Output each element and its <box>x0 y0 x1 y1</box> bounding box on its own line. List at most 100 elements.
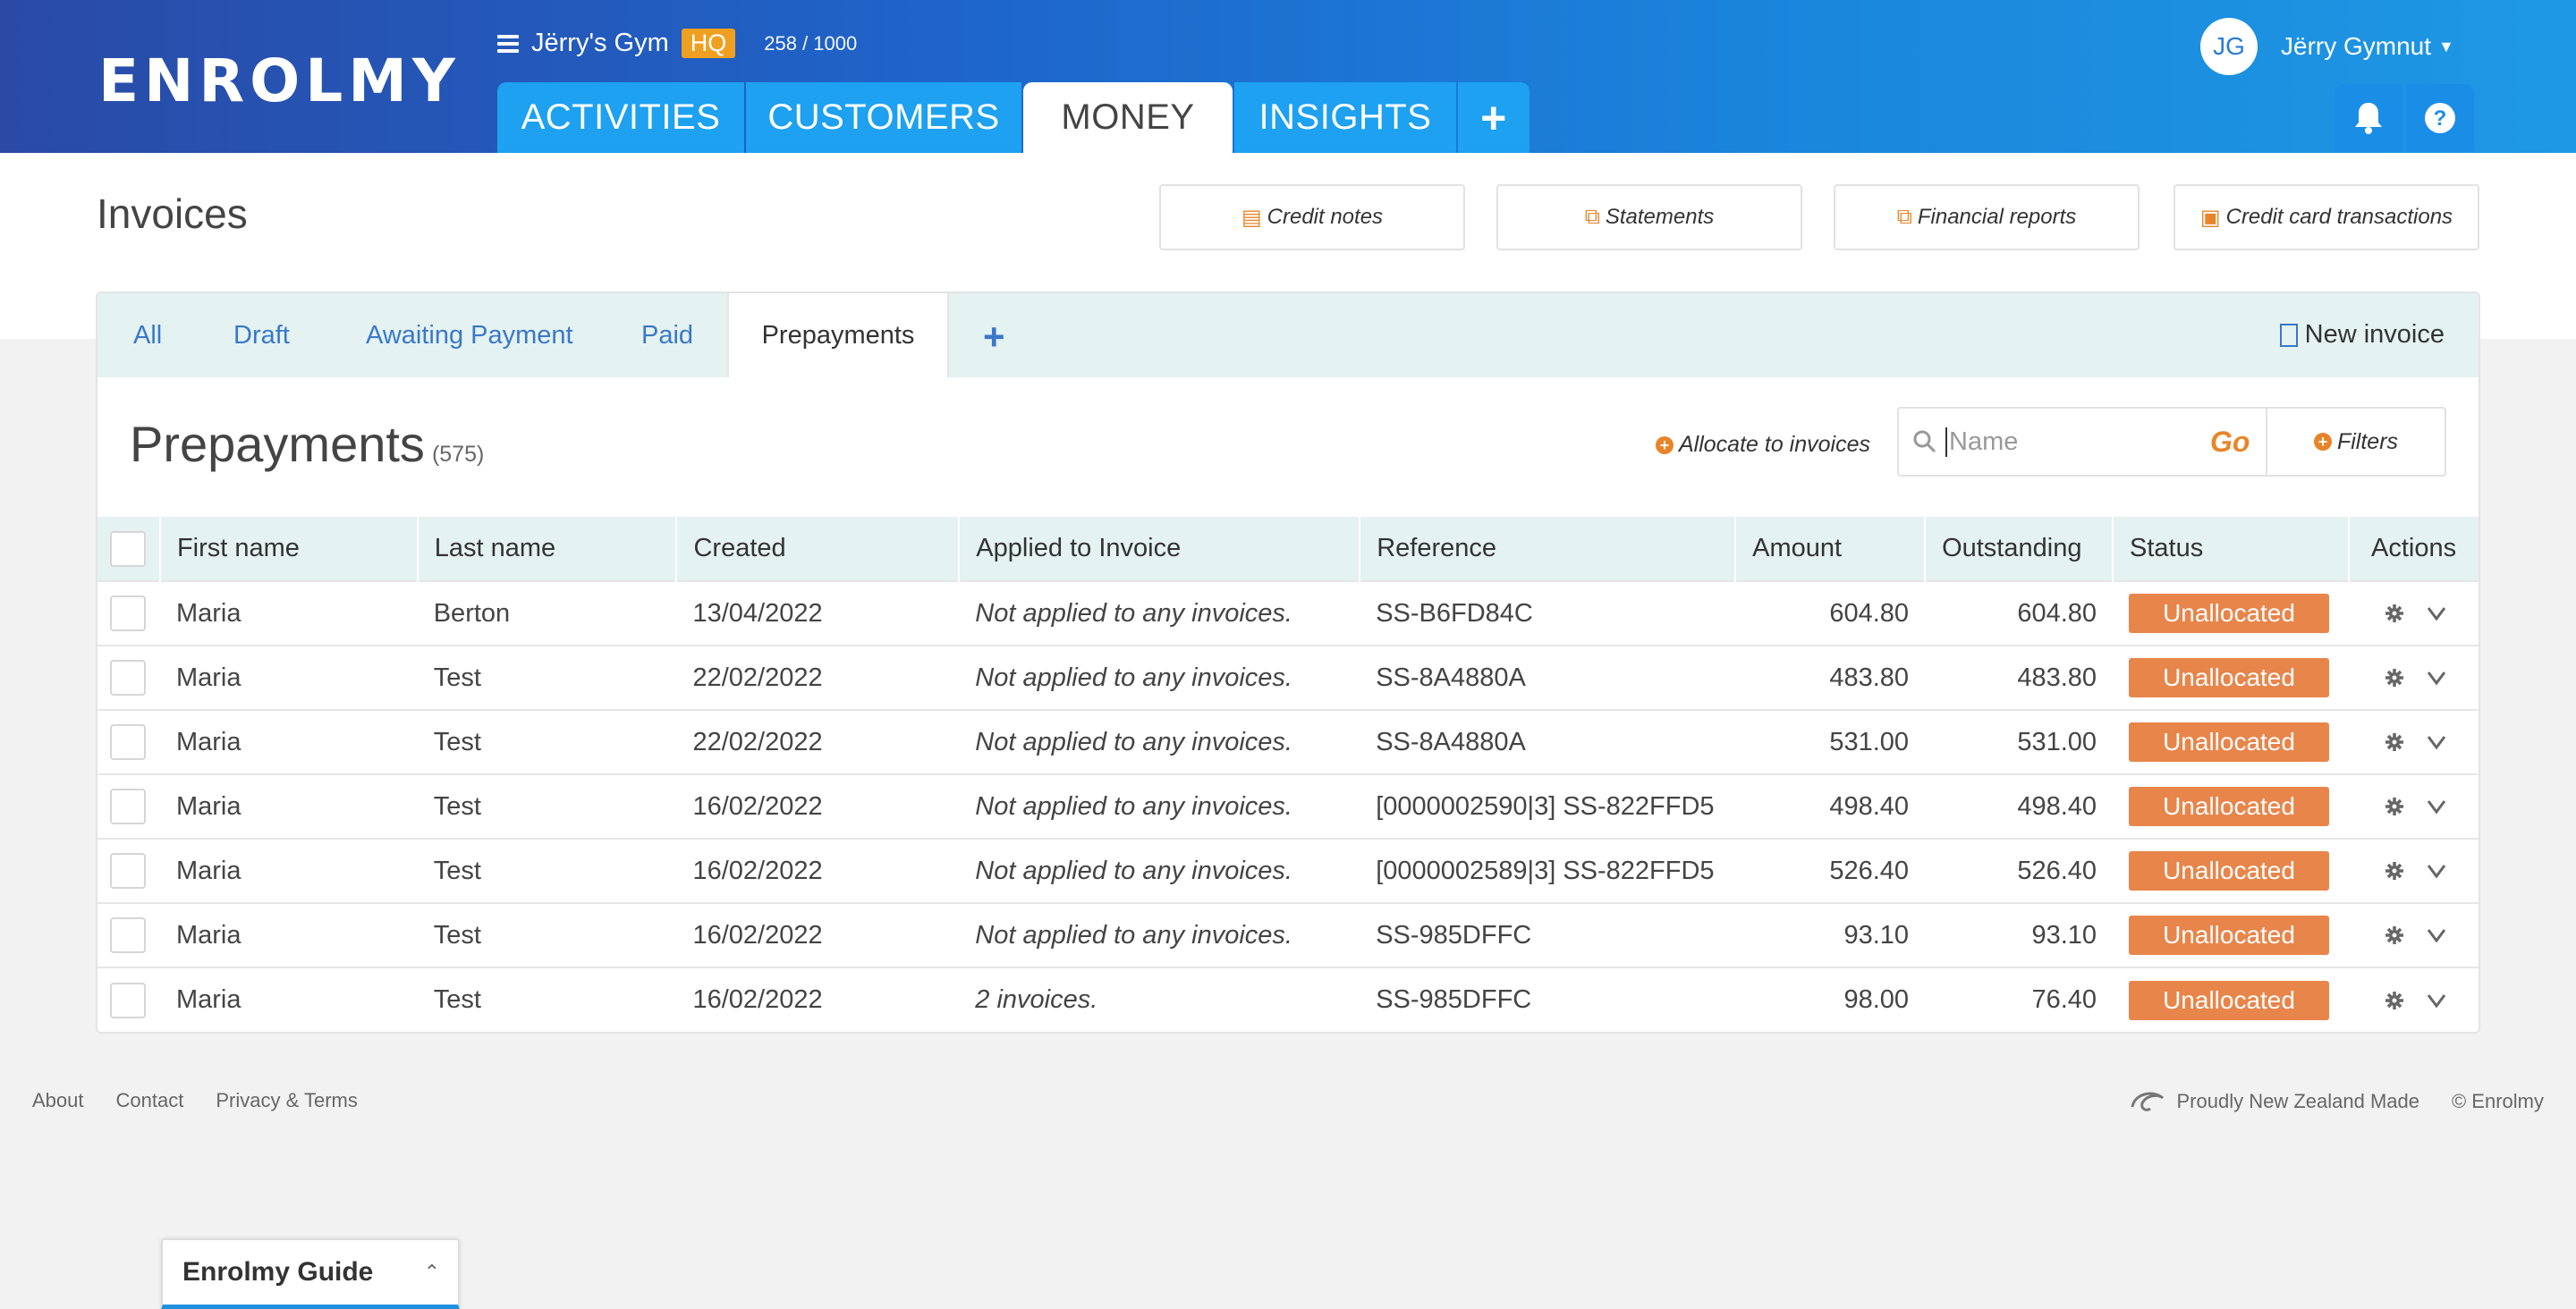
col-outstanding[interactable]: Outstanding <box>1925 517 2114 581</box>
chevron-down-icon[interactable] <box>2427 606 2445 621</box>
enrolmy-logo[interactable]: ENROLMY <box>98 46 461 115</box>
col-created[interactable]: Created <box>676 517 961 581</box>
status-cell: Unallocated <box>2113 903 2349 967</box>
filters-button[interactable]: + Filters <box>2266 407 2446 477</box>
col-status[interactable]: Status <box>2113 517 2350 581</box>
status-badge: Unallocated <box>2129 851 2330 891</box>
footer-contact-link[interactable]: Contact <box>116 1089 184 1112</box>
tab-money[interactable]: MONEY <box>1023 82 1233 153</box>
gear-icon[interactable] <box>2385 604 2404 623</box>
table-row[interactable]: Maria Test 22/02/2022 Not applied to any… <box>97 710 2479 774</box>
subtab-awaiting-payment[interactable]: Awaiting Payment <box>366 293 573 377</box>
chevron-down-icon[interactable] <box>2427 671 2445 685</box>
cell-outstanding: 531.00 <box>2017 727 2097 756</box>
financial-reports-button[interactable]: ⧉ Financial reports <box>1834 184 2140 250</box>
gym-name[interactable]: Jërry's Gym <box>531 29 669 58</box>
chevron-down-icon[interactable]: ▼ <box>2438 38 2454 56</box>
section-title-text: Prepayments <box>130 416 425 472</box>
table-row[interactable]: Maria Test 22/02/2022 Not applied to any… <box>97 646 2479 710</box>
enrolmy-guide-widget[interactable]: Enrolmy Guide ⌃ <box>161 1238 460 1309</box>
cell-applied-to-invoice: 2 invoices. <box>975 985 1098 1014</box>
row-select-cell <box>97 646 160 710</box>
cell-applied-to-invoice: Not applied to any invoices. <box>975 791 1292 821</box>
gym-switcher[interactable]: Jërry's Gym HQ 258 / 1000 <box>497 29 857 58</box>
cell-applied-to-invoice: Not applied to any invoices. <box>975 598 1292 628</box>
row-checkbox[interactable] <box>110 724 146 760</box>
user-menu[interactable]: JG Jërry Gymnut ▼ <box>2200 18 2454 75</box>
help-icon[interactable]: ? <box>2406 84 2474 152</box>
gear-icon[interactable] <box>2385 861 2404 881</box>
avatar[interactable]: JG <box>2200 18 2258 75</box>
chevron-down-icon[interactable] <box>2427 993 2445 1008</box>
gear-icon[interactable] <box>2385 925 2404 945</box>
subtab-all[interactable]: All <box>133 293 162 377</box>
status-cell: Unallocated <box>2113 710 2349 774</box>
col-applied-to-invoice[interactable]: Applied to Invoice <box>959 517 1361 581</box>
actions-cell <box>2349 967 2479 1032</box>
cell-applied-to-invoice: Not applied to any invoices. <box>975 727 1292 756</box>
col-first-name[interactable]: First name <box>159 517 419 581</box>
gear-icon[interactable] <box>2385 668 2404 688</box>
chevron-down-icon[interactable] <box>2427 928 2445 942</box>
row-checkbox[interactable] <box>110 982 146 1018</box>
hamburger-menu-icon[interactable] <box>497 34 519 53</box>
row-checkbox[interactable] <box>110 853 146 889</box>
chevron-up-icon[interactable]: ⌃ <box>424 1261 440 1284</box>
search-go-button[interactable]: Go <box>2210 426 2250 459</box>
statements-button[interactable]: ⧉ Statements <box>1496 184 1802 250</box>
chevron-down-icon[interactable] <box>2427 799 2445 814</box>
gear-icon[interactable] <box>2385 797 2404 816</box>
tab-customers[interactable]: CUSTOMERS <box>746 82 1021 153</box>
search-box: Go <box>1897 407 2267 477</box>
add-tab-plus-icon[interactable]: + <box>983 318 1005 356</box>
chevron-down-icon[interactable] <box>2427 735 2445 749</box>
subtab-paid[interactable]: Paid <box>641 293 693 377</box>
table-row[interactable]: Maria Test 16/02/2022 Not applied to any… <box>97 903 2479 967</box>
cell-amount: 98.00 <box>1843 985 1910 1014</box>
table-row[interactable]: Maria Test 16/02/2022 Not applied to any… <box>97 774 2479 839</box>
table-row[interactable]: Maria Test 16/02/2022 2 invoices. SS-985… <box>97 967 2479 1032</box>
gear-icon[interactable] <box>2385 991 2404 1010</box>
col-reference[interactable]: Reference <box>1360 517 1737 581</box>
top-header: ENROLMY Jërry's Gym HQ 258 / 1000 ACTIVI… <box>0 0 2576 153</box>
row-checkbox[interactable] <box>110 660 146 696</box>
subtab-draft[interactable]: Draft <box>233 293 290 377</box>
user-name[interactable]: Jërry Gymnut <box>2281 32 2431 61</box>
select-all-checkbox[interactable] <box>110 530 146 567</box>
guide-label: Enrolmy Guide <box>182 1257 374 1287</box>
status-cell: Unallocated <box>2113 839 2349 903</box>
row-checkbox[interactable] <box>110 789 146 824</box>
actions-cell <box>2349 774 2479 839</box>
main-nav-tabs: ACTIVITIES CUSTOMERS MONEY INSIGHTS + <box>497 82 1531 153</box>
tab-insights[interactable]: INSIGHTS <box>1234 82 1456 153</box>
cell-reference: SS-985DFFC <box>1376 985 1532 1014</box>
cell-reference: SS-985DFFC <box>1376 920 1532 950</box>
notifications-bell-icon[interactable] <box>2334 84 2402 152</box>
row-checkbox[interactable] <box>110 917 146 953</box>
chevron-down-icon[interactable] <box>2427 864 2445 878</box>
cell-created: 16/02/2022 <box>692 920 823 950</box>
cell-amount: 498.40 <box>1829 791 1910 821</box>
cell-reference: SS-8A4880A <box>1376 727 1526 756</box>
cell-first-name: Maria <box>175 727 242 756</box>
col-amount[interactable]: Amount <box>1735 517 1927 581</box>
cell-reference: [0000002589|3] SS-822FFD5 <box>1376 856 1715 885</box>
col-last-name[interactable]: Last name <box>417 517 678 581</box>
search-input[interactable] <box>1945 426 2205 457</box>
footer-about-link[interactable]: About <box>32 1089 84 1112</box>
table-row[interactable]: Maria Test 16/02/2022 Not applied to any… <box>97 839 2479 903</box>
cell-amount: 526.40 <box>1829 856 1910 885</box>
gear-icon[interactable] <box>2385 732 2404 752</box>
credit-notes-button[interactable]: ▤ Credit notes <box>1159 184 1465 250</box>
tab-add-plus-icon[interactable]: + <box>1458 82 1530 153</box>
new-invoice-button[interactable]: New invoice <box>2279 320 2445 350</box>
footer-privacy-link[interactable]: Privacy & Terms <box>216 1089 358 1112</box>
subtab-prepayments[interactable]: Prepayments <box>727 293 949 377</box>
allocate-to-invoices-button[interactable]: + Allocate to invoices <box>1656 432 1870 458</box>
row-select-cell <box>97 581 160 646</box>
actions-cell <box>2349 581 2479 646</box>
tab-activities[interactable]: ACTIVITIES <box>497 82 744 153</box>
row-checkbox[interactable] <box>110 595 146 631</box>
credit-card-transactions-button[interactable]: ▣ Credit card transactions <box>2174 184 2479 250</box>
table-row[interactable]: Maria Berton 13/04/2022 Not applied to a… <box>97 581 2479 646</box>
